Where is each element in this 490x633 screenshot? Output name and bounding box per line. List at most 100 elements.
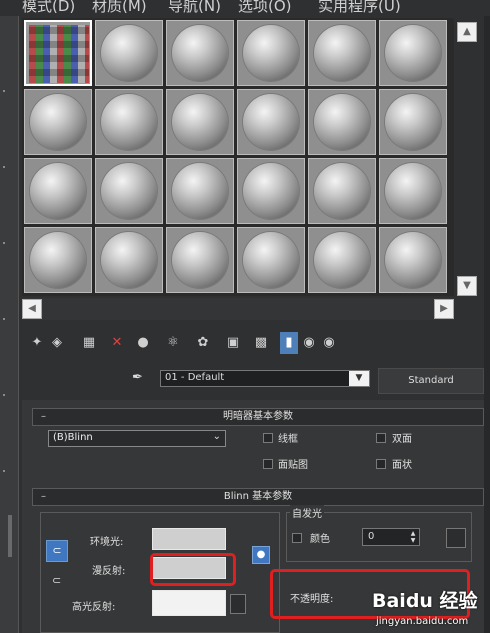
material-sphere-preview <box>101 94 157 150</box>
face-map-checkbox[interactable] <box>263 459 273 469</box>
show-map-icon[interactable]: ▣ <box>224 332 242 354</box>
get-material-icon[interactable]: ✦ <box>28 332 46 354</box>
scroll-left-button[interactable]: ◀ <box>22 299 42 319</box>
lock-diffuse-specular-icon[interactable]: ⊂ <box>52 574 66 590</box>
self-illum-color-label: 颜色 <box>310 534 330 545</box>
specular-map-button[interactable] <box>230 594 246 614</box>
material-sphere-preview <box>101 232 157 288</box>
panel-right-edge <box>484 16 490 633</box>
faceted-label: 面状 <box>392 460 412 471</box>
material-slot[interactable] <box>237 89 305 155</box>
wire-checkbox[interactable] <box>263 433 273 443</box>
material-slot[interactable] <box>95 227 163 293</box>
chevron-down-icon: ⌄ <box>212 431 221 442</box>
shader-rollout-header[interactable]: – 明暗器基本参数 <box>32 408 484 426</box>
self-illum-map-button[interactable] <box>446 528 466 548</box>
material-slot[interactable] <box>379 158 447 224</box>
self-illum-value: 0 <box>368 531 375 542</box>
baidu-url: jingyan.baidu.com <box>376 616 469 627</box>
two-sided-checkbox[interactable] <box>376 433 386 443</box>
spinner-up-icon[interactable]: ▲ <box>409 530 417 537</box>
material-slot[interactable] <box>166 20 234 86</box>
material-sphere-preview <box>314 232 370 288</box>
material-sphere-preview <box>243 94 299 150</box>
menu-navigation[interactable]: 导航(N) <box>168 0 221 16</box>
material-slot[interactable] <box>379 20 447 86</box>
material-slot[interactable] <box>166 227 234 293</box>
material-sphere-preview <box>385 232 441 288</box>
material-name-field[interactable]: 01 - Default ▼ <box>160 370 370 387</box>
material-sphere-preview <box>314 94 370 150</box>
material-slot[interactable] <box>95 158 163 224</box>
menu-material[interactable]: 材质(M) <box>92 0 147 16</box>
material-slot[interactable] <box>237 227 305 293</box>
material-sphere-preview <box>243 232 299 288</box>
material-sphere-preview <box>314 163 370 219</box>
material-slot[interactable] <box>379 89 447 155</box>
ambient-color-swatch[interactable] <box>152 528 226 550</box>
self-illum-color-checkbox[interactable] <box>292 533 302 543</box>
baidu-watermark: Baidu 经验 jingyan.baidu.com <box>372 586 484 632</box>
shader-rollout-title: 明暗器基本参数 <box>223 411 293 422</box>
material-sphere-preview <box>172 94 228 150</box>
face-map-label: 面贴图 <box>278 460 308 471</box>
eyedropper-icon[interactable]: ✒ <box>132 370 148 386</box>
menu-utilities[interactable]: 实用程序(U) <box>318 0 401 16</box>
make-unique-icon[interactable]: ● <box>134 332 152 354</box>
menu-options[interactable]: 选项(O) <box>238 0 292 16</box>
material-slot[interactable] <box>24 158 92 224</box>
reset-icon[interactable]: ✕ <box>108 332 126 354</box>
shader-type-dropdown[interactable]: (B)Blinn ⌄ <box>48 430 226 447</box>
material-type-button[interactable]: Standard <box>378 368 484 394</box>
material-slot[interactable] <box>24 89 92 155</box>
material-slot[interactable] <box>95 20 163 86</box>
scroll-down-button[interactable]: ▼ <box>457 276 477 296</box>
material-slot[interactable] <box>24 227 92 293</box>
menu-modes[interactable]: 模式(D) <box>22 0 75 16</box>
material-sphere-preview <box>385 94 441 150</box>
viewport-scroll-handle[interactable] <box>8 515 12 557</box>
material-slot[interactable] <box>166 158 234 224</box>
material-slot[interactable] <box>308 89 376 155</box>
show-end-result-icon[interactable]: ▩ <box>252 332 270 354</box>
material-slot[interactable] <box>237 158 305 224</box>
material-slot[interactable] <box>308 20 376 86</box>
go-to-parent-icon[interactable]: ▮ <box>280 332 298 354</box>
material-slot[interactable] <box>24 20 92 86</box>
material-sphere-preview <box>385 163 441 219</box>
material-slot[interactable] <box>308 158 376 224</box>
scroll-up-button[interactable]: ▲ <box>457 22 477 42</box>
material-slot[interactable] <box>237 20 305 86</box>
material-slot[interactable] <box>166 89 234 155</box>
two-sided-label: 双面 <box>392 434 412 445</box>
material-editor-toolbar: ✦ ◈ ▦ ✕ ● ⚛ ✿ ▣ ▩ ▮ ◉ ◉ <box>22 332 352 356</box>
self-illumination-title: 自发光 <box>290 505 324 520</box>
put-library-icon[interactable]: ⚛ <box>164 332 182 354</box>
menu-bar: 模式(D) 材质(M) 导航(N) 选项(O) 实用程序(U) <box>0 0 490 16</box>
scroll-right-button[interactable]: ▶ <box>434 299 454 319</box>
spinner-down-icon[interactable]: ▼ <box>409 537 417 544</box>
lock-ambient-diffuse-button[interactable]: ⊂ <box>46 540 68 562</box>
material-sphere-preview <box>172 25 228 81</box>
material-slots-grid <box>22 18 454 296</box>
blinn-rollout-header[interactable]: – Blinn 基本参数 <box>32 488 484 506</box>
faceted-checkbox[interactable] <box>376 459 386 469</box>
horizontal-scrollbar[interactable]: ◀ ▶ <box>22 298 454 320</box>
go-forward-icon[interactable]: ◉ <box>300 332 318 354</box>
material-slot[interactable] <box>95 89 163 155</box>
material-sphere-preview <box>30 94 86 150</box>
material-sphere-preview <box>172 232 228 288</box>
lock-icon[interactable]: ● <box>252 546 270 564</box>
material-slot[interactable] <box>379 227 447 293</box>
specular-color-swatch[interactable] <box>152 590 226 616</box>
material-sphere-preview <box>314 25 370 81</box>
options-icon[interactable]: ◉ <box>320 332 338 354</box>
chevron-down-icon[interactable]: ▼ <box>349 371 369 386</box>
self-illum-value-spinner[interactable]: 0 ▲ ▼ <box>362 528 420 546</box>
material-slot[interactable] <box>308 227 376 293</box>
material-id-icon[interactable]: ✿ <box>194 332 212 354</box>
assign-material-icon[interactable]: ▦ <box>80 332 98 354</box>
material-sphere-preview <box>101 25 157 81</box>
checker-background-preview <box>29 25 89 83</box>
put-to-scene-icon[interactable]: ◈ <box>48 332 66 354</box>
